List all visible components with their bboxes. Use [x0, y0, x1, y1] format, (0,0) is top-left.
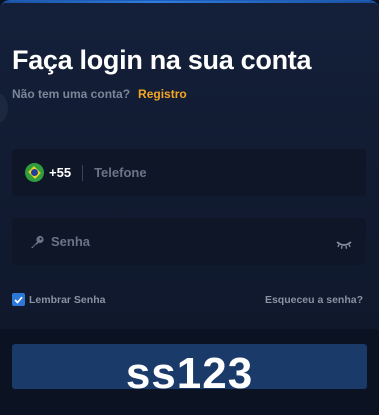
- remember-password-toggle[interactable]: Lembrar Senha: [12, 293, 105, 306]
- register-link[interactable]: Registro: [138, 87, 187, 101]
- country-code[interactable]: +55: [49, 165, 71, 180]
- signup-prompt: Não tem uma conta? Registro: [12, 87, 187, 101]
- phone-input[interactable]: [94, 165, 325, 180]
- modal-edge-decoration: [0, 93, 8, 123]
- eye-closed-icon[interactable]: [336, 237, 352, 249]
- key-icon: [29, 235, 45, 249]
- brazil-flag-icon[interactable]: [25, 163, 44, 182]
- forgot-password-link[interactable]: Esqueceu a senha?: [265, 294, 363, 306]
- login-button[interactable]: [12, 344, 367, 389]
- remember-checkbox[interactable]: [12, 293, 25, 306]
- password-field[interactable]: [12, 218, 366, 265]
- phone-field[interactable]: +55: [12, 149, 366, 196]
- check-icon: [14, 296, 23, 304]
- field-divider: [82, 164, 84, 181]
- remember-label: Lembrar Senha: [29, 293, 106, 306]
- login-modal: Faça login na sua conta Não tem uma cont…: [0, 0, 379, 415]
- page-title: Faça login na sua conta: [12, 45, 312, 75]
- no-account-text: Não tem uma conta?: [12, 87, 131, 101]
- password-input[interactable]: [51, 234, 321, 249]
